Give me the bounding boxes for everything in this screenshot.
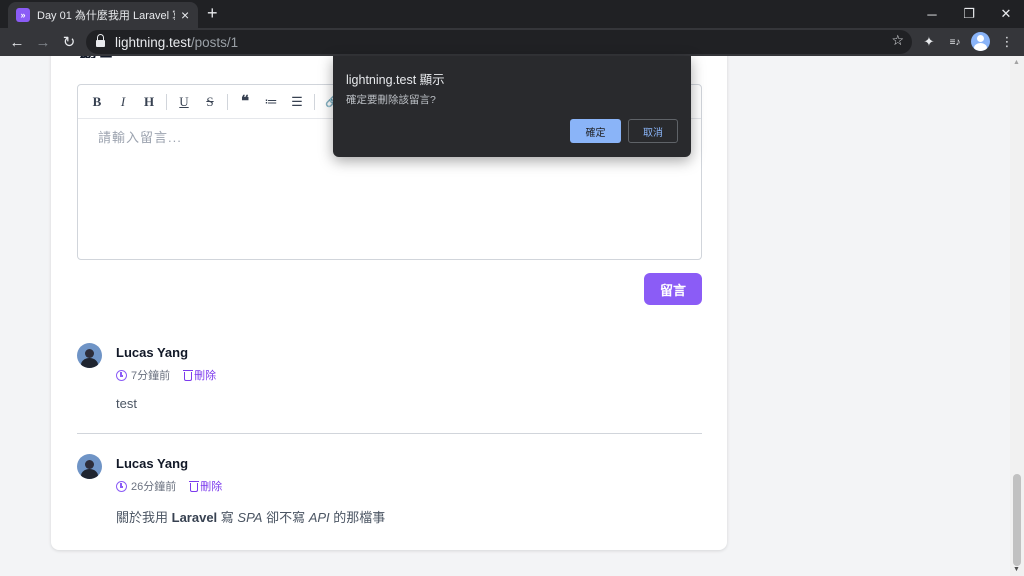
tab-title: Day 01 為什麼我用 Laravel 寫 SP [37, 10, 175, 22]
scroll-down-icon[interactable]: ▼ [1013, 566, 1020, 573]
body-text: 卻不寫 [262, 510, 309, 525]
bookmark-star-icon[interactable]: ☆ [891, 32, 904, 49]
dialog-ok-button[interactable]: 確定 [570, 119, 621, 143]
blockquote-icon[interactable]: ❝ [232, 90, 258, 114]
comment-meta: 7分鐘前 刪除 [116, 367, 216, 383]
italic-icon[interactable]: I [110, 90, 136, 114]
delete-comment-button[interactable]: 刪除 [183, 367, 217, 383]
comment-author: Lucas Yang [116, 456, 189, 471]
reload-icon[interactable]: ↻ [58, 31, 80, 53]
delete-comment-button[interactable]: 刪除 [189, 478, 223, 494]
avatar [77, 454, 102, 479]
window-restore-button[interactable]: ❐ [951, 0, 987, 28]
dialog-cancel-button[interactable]: 取消 [628, 119, 678, 143]
scroll-thumb[interactable] [1013, 474, 1021, 566]
toolbar-divider [166, 93, 167, 110]
browser-toolbar: ← → ↻ lightning.test/posts/1 ☆ ✦ ≡♪ ⋮ [0, 28, 1024, 56]
lock-icon[interactable] [96, 34, 105, 47]
comments-heading: 留言 [79, 56, 115, 58]
browser-menu-icon[interactable]: ⋮ [997, 32, 1017, 52]
toolbar-divider [227, 93, 228, 110]
comment-time: 26分鐘前 [131, 481, 177, 493]
trash-icon [183, 369, 194, 381]
browser-tab[interactable]: » Day 01 為什麼我用 Laravel 寫 SP × [8, 2, 198, 28]
comment-meta: 26分鐘前 刪除 [116, 478, 222, 494]
address-bar[interactable]: lightning.test/posts/1 ☆ [86, 30, 912, 54]
body-italic-text: SPA [237, 510, 263, 525]
forward-icon[interactable]: → [32, 31, 54, 53]
comment-divider [77, 433, 702, 434]
strikethrough-icon[interactable]: S [197, 90, 223, 114]
delete-label: 刪除 [194, 370, 217, 382]
comment-author: Lucas Yang [116, 345, 189, 360]
browser-tab-bar: » Day 01 為什麼我用 Laravel 寫 SP × + ─ ❐ ✕ [0, 0, 1024, 28]
heading-icon[interactable]: H [136, 90, 162, 114]
new-tab-button[interactable]: + [207, 3, 218, 23]
window-minimize-button[interactable]: ─ [914, 0, 950, 28]
comment-time: 7分鐘前 [131, 370, 171, 382]
back-icon[interactable]: ← [6, 31, 28, 53]
body-text: 關於我用 [116, 510, 172, 525]
bullet-list-icon[interactable]: ☰ [284, 90, 310, 114]
trash-icon [189, 480, 200, 492]
url-path: /posts/1 [190, 34, 239, 50]
avatar [77, 343, 102, 368]
scroll-up-icon[interactable]: ▲ [1013, 59, 1020, 66]
site-favicon-icon: » [16, 8, 30, 22]
url-host: lightning.test [115, 34, 191, 50]
media-control-icon[interactable]: ≡♪ [945, 32, 965, 52]
bold-icon[interactable]: B [84, 90, 110, 114]
extensions-icon[interactable]: ✦ [919, 32, 939, 52]
comment-body: test [116, 396, 137, 411]
delete-label: 刪除 [200, 481, 223, 493]
submit-comment-button[interactable]: 留言 [644, 273, 702, 305]
confirm-dialog: lightning.test 顯示 確定要刪除該留言? 確定 取消 [333, 56, 691, 157]
clock-icon [116, 369, 127, 381]
tab-close-icon[interactable]: × [181, 8, 189, 22]
toolbar-divider [314, 93, 315, 110]
ordered-list-icon[interactable]: ≔ [258, 90, 284, 114]
comment-body: 關於我用 Laravel 寫 SPA 卻不寫 API 的那檔事 [116, 507, 385, 526]
underline-icon[interactable]: U [171, 90, 197, 114]
profile-avatar-icon[interactable] [971, 32, 990, 51]
body-italic-text: API [308, 510, 330, 525]
body-text: 的那檔事 [329, 510, 386, 525]
clock-icon [116, 480, 127, 492]
dialog-message: 確定要刪除該留言? [346, 94, 436, 106]
body-bold-text: Laravel [171, 510, 218, 525]
body-text: 寫 [217, 510, 238, 525]
window-close-button[interactable]: ✕ [988, 0, 1024, 28]
dialog-title: lightning.test 顯示 [346, 73, 445, 87]
page-scrollbar[interactable]: ▲ ▼ [1010, 56, 1024, 576]
